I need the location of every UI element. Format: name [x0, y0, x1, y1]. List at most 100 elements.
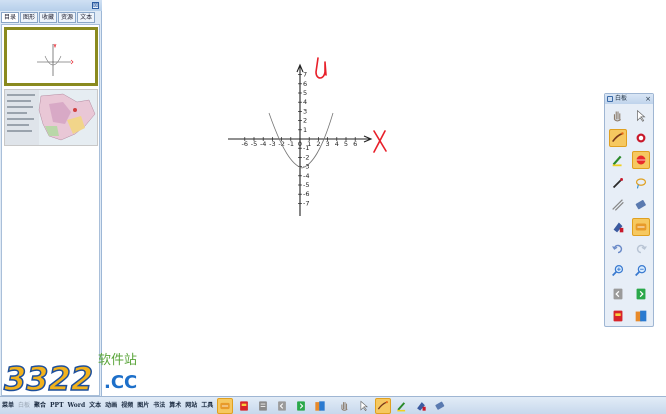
brush-icon — [612, 177, 623, 188]
pin-icon[interactable]: ⊠ — [92, 2, 99, 9]
video-button[interactable]: 视频 — [121, 397, 133, 414]
bottom-pen-button[interactable] — [375, 397, 392, 414]
pen-icon — [378, 400, 389, 410]
ppt-button[interactable]: PPT — [50, 397, 64, 414]
tool-redo-button[interactable] — [632, 240, 650, 258]
x-tick-label: 5 — [344, 140, 348, 148]
watermark-suffix: .CC — [104, 372, 137, 393]
x-tick-label: -5 — [251, 140, 257, 148]
tab-text[interactable]: 文本 — [77, 12, 96, 23]
laser-pointer-icon — [636, 155, 646, 165]
parabola-thumbnail-image — [37, 43, 74, 76]
bottom-hand-button[interactable] — [337, 398, 353, 414]
fill-icon — [417, 401, 426, 411]
image-button[interactable]: 图片 — [137, 397, 149, 414]
next-page-icon — [297, 400, 306, 411]
tab-favorites[interactable]: 收藏 — [39, 12, 58, 23]
close-icon[interactable]: × — [645, 95, 651, 103]
site-watermark: 软件站 3322 .CC — [0, 340, 160, 399]
hand-icon — [613, 111, 621, 122]
tool-laser-pointer-button[interactable] — [632, 151, 650, 170]
x-tick-label: 6 — [353, 140, 357, 148]
calligraphy-button[interactable]: 书法 — [153, 397, 165, 414]
y-tick-label: 6 — [303, 80, 307, 88]
tool-pen-button[interactable] — [609, 129, 627, 148]
x-tick-label: -6 — [242, 140, 248, 148]
bottom-prev-page-button[interactable] — [274, 398, 290, 414]
tab-catalog[interactable]: 目录 — [1, 12, 20, 23]
tool-pointer-button[interactable] — [632, 107, 650, 125]
bottom-pointer-button[interactable] — [356, 398, 372, 414]
aggregate-button[interactable]: 聚合 — [34, 397, 46, 414]
handwritten-y-label — [315, 57, 327, 79]
text-button[interactable]: 文本 — [89, 397, 101, 414]
highlighter-icon — [612, 156, 622, 167]
blue-book-icon — [315, 400, 325, 411]
line-tool-icon — [612, 199, 624, 211]
left-panel-tabs: 目录 图形 收藏 资源 文本 — [1, 12, 96, 23]
website-button[interactable]: 网站 — [185, 397, 197, 414]
tool-undo-button[interactable] — [609, 240, 627, 258]
tool-red-book-button[interactable] — [609, 307, 627, 325]
tool-eraser-button[interactable] — [632, 196, 650, 214]
tool-highlighter-button[interactable] — [609, 151, 627, 169]
coordinate-axes: -6 -5 -4 -3 -2 -1 0 1 2 3 4 5 67654321-1-2-3-4-5-6-7 — [228, 63, 373, 216]
bottom-gray-page-button[interactable] — [255, 398, 271, 414]
page-thumbnail-parabola[interactable] — [4, 27, 98, 86]
bottom-next-page-button[interactable] — [293, 398, 309, 414]
red-book-icon — [240, 400, 249, 411]
arithmetic-button[interactable]: 算术 — [169, 397, 181, 414]
y-tick-label: 3 — [303, 107, 307, 115]
bottom-eraser-button[interactable] — [432, 398, 448, 414]
watermark-tagline: 软件站 — [98, 353, 137, 368]
floating-toolbox[interactable]: 白板 × — [604, 93, 654, 327]
tool-zoom-out-button[interactable] — [632, 262, 650, 280]
bottom-fill-button[interactable] — [413, 398, 429, 414]
next-page-icon — [636, 288, 646, 299]
animation-button[interactable]: 动画 — [105, 397, 117, 414]
prev-page-icon — [278, 400, 287, 411]
tab-resources[interactable]: 资源 — [58, 12, 77, 23]
x-tick-label: -3 — [269, 140, 275, 148]
tool-brush-button[interactable] — [609, 174, 627, 192]
pointer-icon — [360, 400, 369, 411]
graph-drawing: -6 -5 -4 -3 -2 -1 0 1 2 3 4 5 67654321-1-2-3-4-5-6-7 — [228, 57, 387, 216]
bottom-highlighter-button[interactable] — [394, 398, 410, 414]
eraser-icon — [435, 401, 445, 410]
zoom-out-icon — [635, 265, 647, 277]
gray-page-icon — [259, 400, 268, 411]
tool-fill-button[interactable] — [609, 218, 627, 236]
tool-next-page-button[interactable] — [632, 285, 650, 303]
tool-line-tool-button[interactable] — [609, 196, 627, 214]
tool-lasso-button[interactable] — [632, 174, 650, 192]
page-thumbnail-map[interactable] — [4, 89, 98, 146]
whiteboard-canvas[interactable]: -6 -5 -4 -3 -2 -1 0 1 2 3 4 5 6 7 6 5 4 3 2 1 -1 -2 -3 -4 -5 -6 -7 — [102, 0, 666, 396]
undo-icon — [612, 244, 623, 254]
bottom-blue-book-button[interactable] — [312, 398, 328, 414]
bottom-scroll-button[interactable] — [217, 397, 234, 414]
handwritten-x-label — [373, 130, 387, 153]
tab-shapes[interactable]: 图形 — [20, 12, 39, 23]
pen-icon — [612, 132, 624, 143]
tool-record-button[interactable] — [632, 129, 650, 147]
tools-button[interactable]: 工具 — [201, 397, 213, 414]
bottom-red-book-button[interactable] — [236, 398, 252, 414]
tool-hand-button[interactable] — [609, 107, 627, 125]
menu-button[interactable]: 菜单 — [2, 397, 14, 414]
y-tick-label: 7 — [303, 71, 307, 79]
watermark-number: 3322 — [4, 360, 93, 396]
scroll-icon — [220, 402, 230, 409]
whiteboard-button[interactable]: 白板 — [18, 397, 30, 414]
tool-prev-page-button[interactable] — [609, 285, 627, 303]
tool-zoom-in-button[interactable] — [609, 262, 627, 280]
toolbox-titlebar[interactable]: 白板 × — [605, 94, 653, 104]
y-tick-label: 1 — [303, 126, 307, 134]
eraser-icon — [635, 199, 646, 210]
blue-book-icon — [635, 310, 647, 322]
toolbox-title: 白板 — [615, 95, 628, 102]
y-tick-label: -1 — [303, 144, 309, 152]
tool-blue-book-button[interactable] — [632, 307, 650, 325]
tool-scroll-button[interactable] — [632, 218, 650, 236]
word-button[interactable]: Word — [68, 397, 86, 414]
x-tick-label: 0 — [298, 140, 302, 148]
